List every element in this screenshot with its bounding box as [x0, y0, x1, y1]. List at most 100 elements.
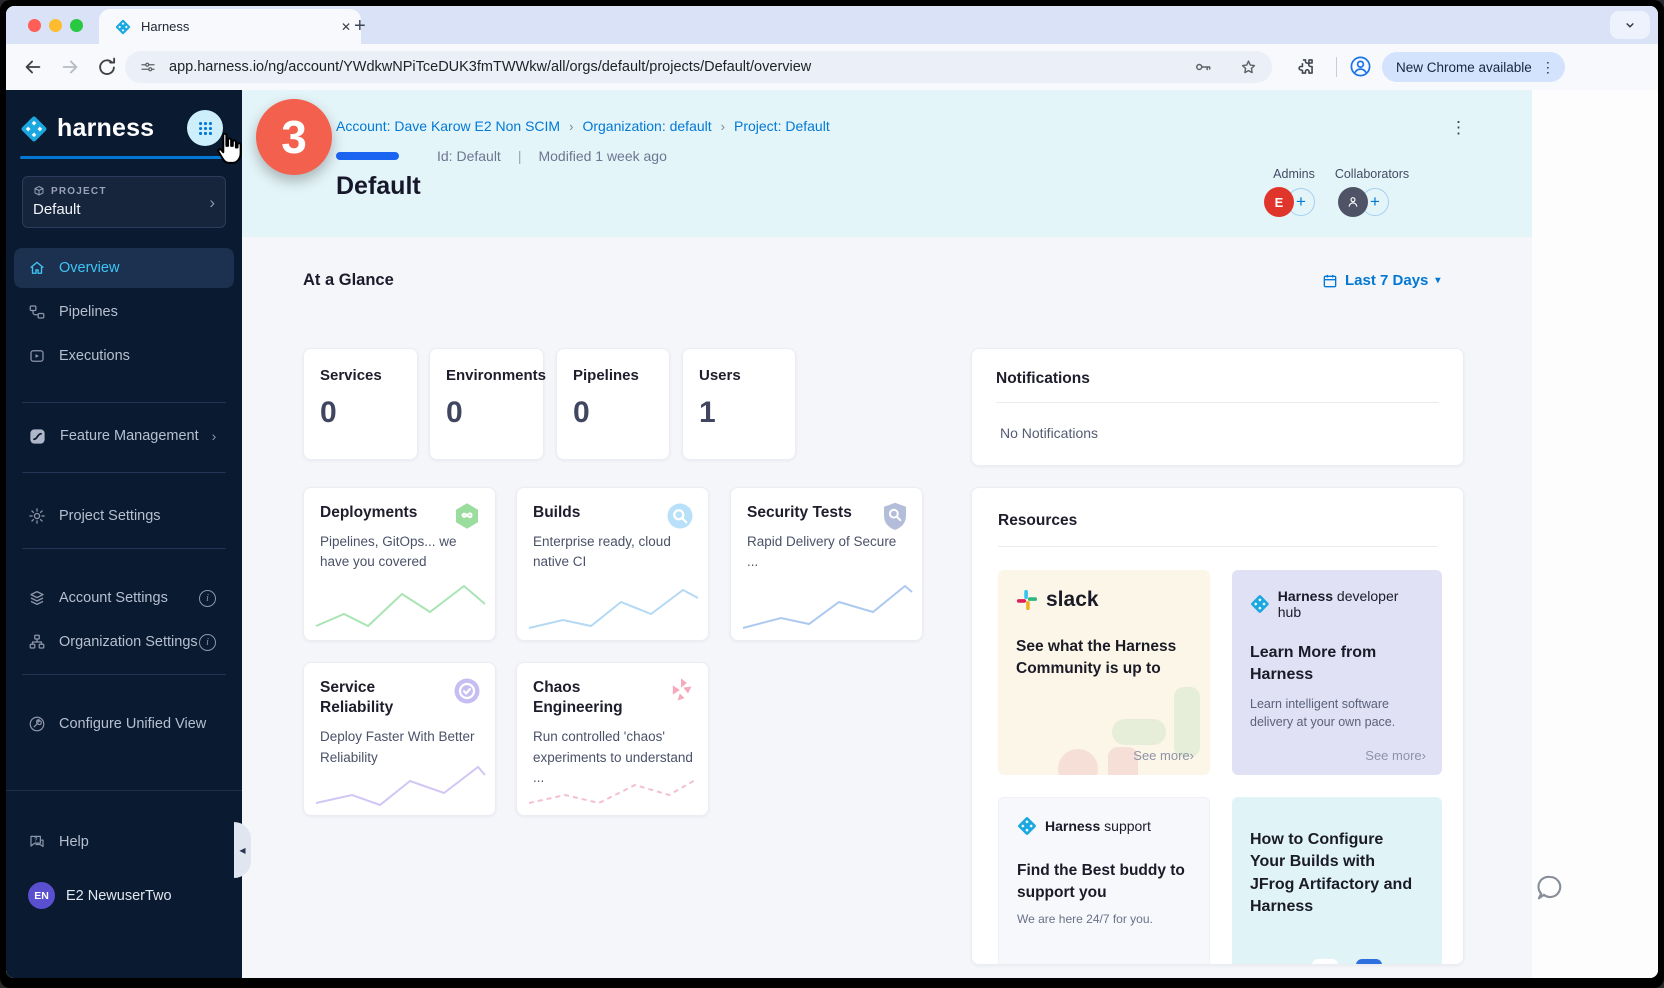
- browser-window-frame: Harness ✕ + app.harness.io/ng/account/YW…: [0, 0, 1664, 988]
- admins-label: Admins: [1258, 167, 1330, 181]
- admin-avatar[interactable]: E: [1264, 187, 1294, 217]
- collaborator-avatar[interactable]: [1338, 187, 1368, 217]
- info-icon[interactable]: i: [199, 634, 216, 651]
- collaborators-avatars: +: [1338, 187, 1389, 217]
- date-range-dropdown[interactable]: Last 7 Days ▾: [1322, 272, 1440, 289]
- pill-kebab-icon[interactable]: ⋮: [1541, 59, 1555, 76]
- resource-card-jfrog[interactable]: How to Configure Your Builds with JFrog …: [1232, 797, 1442, 965]
- user-avatar[interactable]: EN: [28, 882, 55, 909]
- site-info-icon[interactable]: [139, 58, 157, 76]
- resources-title: Resources: [972, 488, 1463, 530]
- module-title: Builds: [533, 503, 663, 523]
- caret-down-icon: ▾: [1435, 275, 1440, 286]
- back-icon[interactable]: [22, 56, 44, 78]
- chaos-sparkline: [525, 773, 702, 809]
- url-bar[interactable]: app.harness.io/ng/account/YWdkwNPiTceDUK…: [125, 51, 1272, 83]
- security-shield-icon: [881, 501, 909, 531]
- chaos-engineering-icon: [667, 676, 695, 704]
- extensions-icon[interactable]: [1295, 56, 1316, 77]
- scroll-gutter: [1532, 90, 1658, 978]
- resource-card-slack[interactable]: slack See what the Harness Community is …: [998, 570, 1210, 775]
- sidebar-bottom-divider: [6, 790, 242, 791]
- module-card-security-tests[interactable]: Security Tests Rapid Delivery of Secure …: [730, 487, 923, 641]
- mouse-cursor-icon: [209, 130, 247, 168]
- browser-toolbar: app.harness.io/ng/account/YWdkwNPiTceDUK…: [6, 44, 1658, 90]
- forward-icon[interactable]: [59, 56, 81, 78]
- support-chat-icon[interactable]: [1534, 872, 1564, 902]
- url-text[interactable]: app.harness.io/ng/account/YWdkwNPiTceDUK…: [169, 59, 1193, 75]
- breadcrumb-org-link[interactable]: Organization: default: [582, 118, 711, 134]
- sidebar-item-configure-unified-view[interactable]: Configure Unified View: [14, 706, 234, 742]
- module-card-service-reliability[interactable]: Service Reliability Deploy Faster With B…: [303, 662, 496, 816]
- tab-close-icon[interactable]: ✕: [341, 20, 351, 34]
- admins-avatars: E +: [1264, 187, 1315, 217]
- resource-card-developer-hub[interactable]: Harness developer hub Learn More from Ha…: [1232, 570, 1442, 775]
- new-tab-button[interactable]: +: [354, 15, 366, 37]
- service-reliability-icon: [452, 676, 482, 706]
- module-title: Service Reliability: [320, 678, 450, 718]
- tab-strip: Harness ✕ +: [6, 6, 1658, 44]
- stat-value: 1: [699, 396, 779, 430]
- slack-see-more-link[interactable]: See more›: [1133, 748, 1194, 763]
- executions-icon: [28, 347, 46, 365]
- update-chrome-button[interactable]: New Chrome available ⋮: [1382, 52, 1565, 82]
- harness-logo[interactable]: harness: [20, 114, 154, 143]
- user-menu[interactable]: EN E2 NewuserTwo: [28, 882, 172, 909]
- builds-ci-icon: [665, 501, 695, 531]
- info-icon[interactable]: i: [199, 590, 216, 607]
- sidebar-item-organization-settings[interactable]: Organization Settings i: [14, 624, 234, 660]
- header-kebab-menu[interactable]: ⋮: [1450, 118, 1467, 138]
- meta-separator: |: [518, 148, 522, 164]
- module-card-builds[interactable]: Builds Enterprise ready, cloud native CI: [516, 487, 709, 641]
- sidebar-item-feature-management[interactable]: Feature Management ›: [14, 418, 234, 454]
- collapse-arrow-icon: ◀: [239, 846, 245, 855]
- breadcrumb-account-link[interactable]: Account: Dave Karow E2 Non SCIM: [336, 118, 560, 134]
- pipeline-diagram: [1246, 954, 1426, 965]
- app-area: harness PROJECT Default › Overview: [6, 90, 1658, 978]
- project-selector-value: Default: [33, 201, 215, 218]
- stat-card-pipelines[interactable]: Pipelines 0: [556, 348, 670, 460]
- module-card-deployments[interactable]: Deployments Pipelines, GitOps... we have…: [303, 487, 496, 641]
- maximize-window-button[interactable]: [70, 19, 83, 32]
- org-chart-icon: [28, 633, 46, 651]
- close-window-button[interactable]: [28, 19, 41, 32]
- stat-card-environments[interactable]: Environments 0: [429, 348, 544, 460]
- brand-underline: [20, 156, 230, 159]
- sidebar-item-label: Executions: [59, 348, 130, 364]
- notifications-title: Notifications: [972, 349, 1463, 388]
- project-color-bar: [336, 152, 399, 160]
- sidebar-item-overview[interactable]: Overview: [14, 248, 234, 288]
- stat-label: Users: [699, 367, 779, 384]
- stat-card-users[interactable]: Users 1: [682, 348, 796, 460]
- sidebar-collapse-handle[interactable]: ◀: [234, 822, 251, 878]
- project-selector[interactable]: PROJECT Default ›: [22, 176, 226, 228]
- sidebar-divider: [22, 548, 226, 549]
- panel-divider: [998, 546, 1437, 547]
- stat-card-services[interactable]: Services 0: [303, 348, 418, 460]
- profile-icon[interactable]: [1349, 55, 1372, 78]
- sidebar-item-executions[interactable]: Executions: [14, 336, 234, 376]
- sidebar-item-project-settings[interactable]: Project Settings: [14, 498, 234, 534]
- sidebar-item-help[interactable]: ? Help: [14, 824, 234, 860]
- module-card-chaos-engineering[interactable]: Chaos Engineering Run controlled 'chaos'…: [516, 662, 709, 816]
- stat-label: Environments: [446, 367, 527, 384]
- password-key-icon[interactable]: [1193, 57, 1213, 77]
- breadcrumb-project-link[interactable]: Project: Default: [734, 118, 830, 134]
- project-selector-label: PROJECT: [51, 186, 107, 197]
- security-sparkline: [739, 576, 916, 634]
- bookmark-star-icon[interactable]: [1239, 58, 1258, 77]
- browser-tab[interactable]: Harness ✕: [99, 9, 361, 44]
- brand-wordmark: harness: [57, 114, 154, 143]
- reload-icon[interactable]: [96, 56, 118, 78]
- sidebar-item-label: Help: [59, 834, 89, 850]
- tab-search-button[interactable]: [1610, 11, 1650, 39]
- sidebar-item-label: Overview: [59, 260, 119, 276]
- resource-card-support[interactable]: Harness support Find the Best buddy to s…: [998, 797, 1210, 965]
- sidebar-item-label: Organization Settings: [59, 634, 198, 650]
- sidebar-item-pipelines[interactable]: Pipelines: [14, 292, 234, 332]
- devhub-see-more-link[interactable]: See more›: [1365, 748, 1426, 763]
- minimize-window-button[interactable]: [49, 19, 62, 32]
- brand-rest: support: [1104, 818, 1151, 834]
- traffic-lights[interactable]: [28, 19, 91, 32]
- sidebar-item-account-settings[interactable]: Account Settings i: [14, 580, 234, 616]
